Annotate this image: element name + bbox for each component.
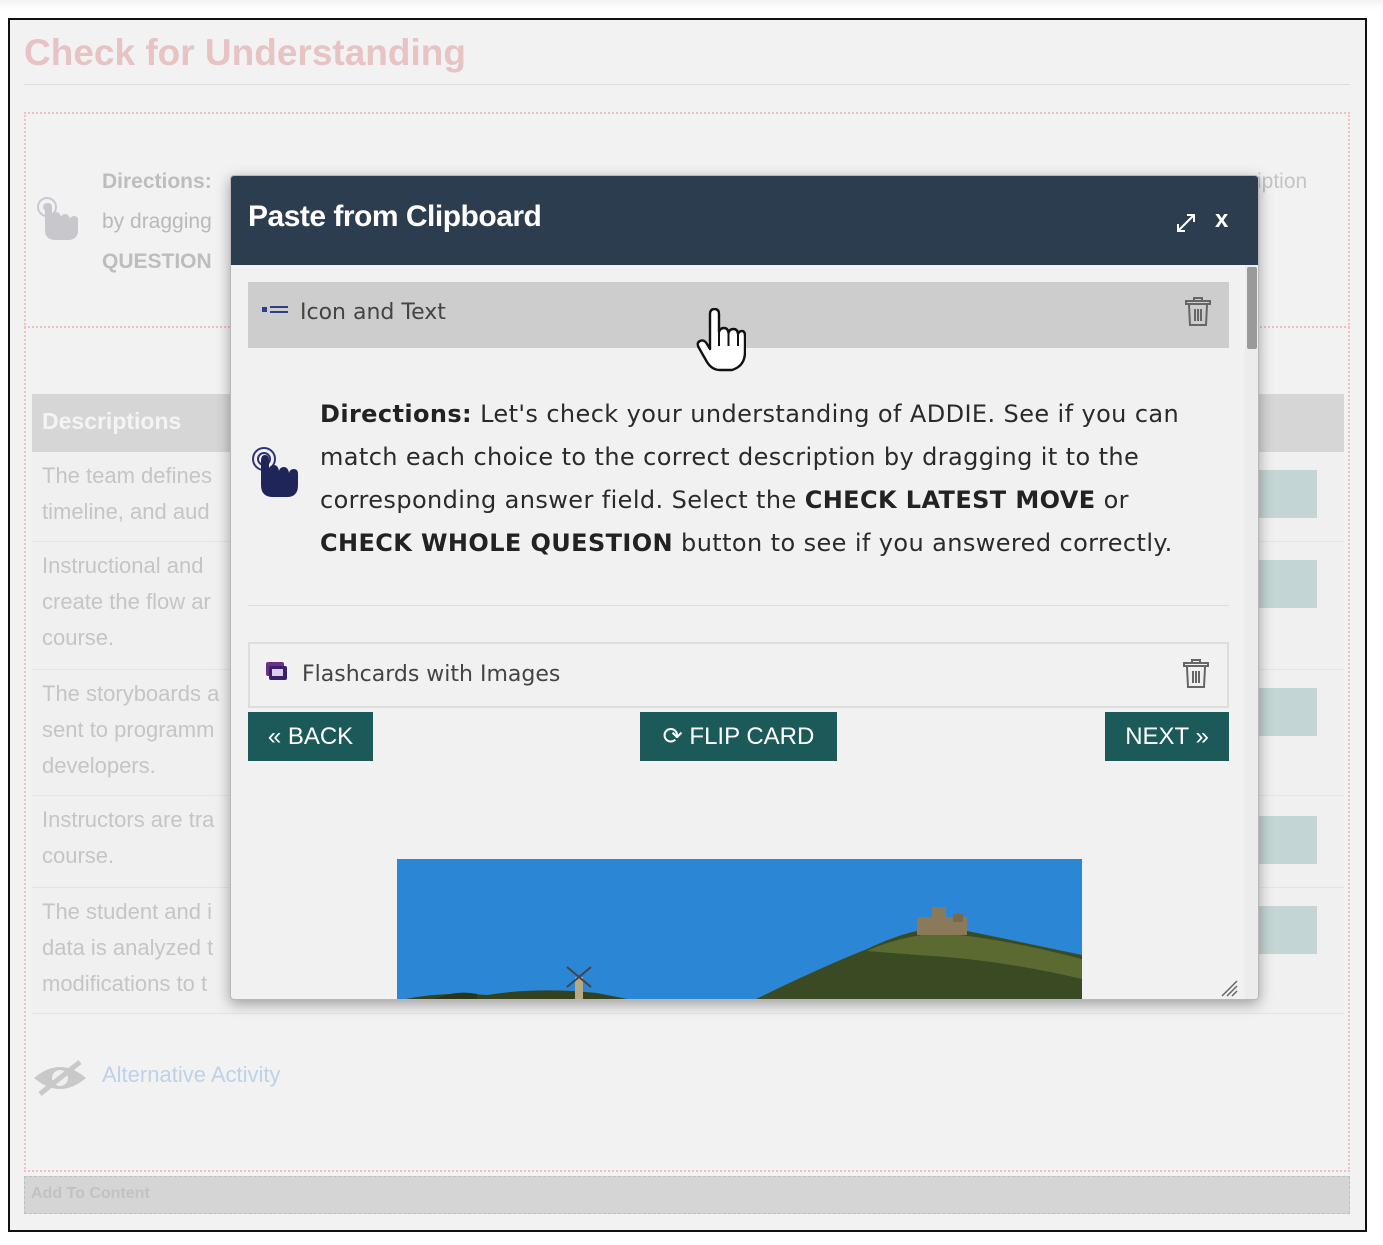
- pointer-hand-icon: [252, 447, 298, 497]
- directions-text-part: or: [1095, 486, 1129, 514]
- close-button[interactable]: x: [1215, 206, 1228, 234]
- expand-icon[interactable]: [1173, 210, 1199, 236]
- alternative-activity-link[interactable]: Alternative Activity: [102, 1062, 281, 1088]
- paste-from-clipboard-dialog: Paste from Clipboard x Icon and Text Dir…: [230, 175, 1259, 1000]
- background-directions-label: Directions:: [102, 170, 212, 193]
- row-description: The team defines timeline, and aud: [42, 463, 212, 524]
- flashcards-block-bar[interactable]: Flashcards with Images: [248, 642, 1229, 708]
- resize-grip-icon[interactable]: [1218, 977, 1238, 997]
- trash-icon[interactable]: [1183, 659, 1209, 689]
- hidden-eye-icon: [34, 1060, 86, 1096]
- row-description: Instructional and create the flow ar cou…: [42, 553, 211, 650]
- page-title: Check for Understanding: [24, 32, 466, 73]
- add-to-content-label: Add To Content: [31, 1185, 150, 1202]
- dialog-scrollbar[interactable]: [1245, 265, 1258, 999]
- descriptions-header-label: Descriptions: [42, 408, 182, 434]
- flip-card-button[interactable]: ⟳ FLIP CARD: [640, 712, 837, 761]
- flashcards-icon: [266, 662, 287, 680]
- background-question-label: QUESTION: [102, 250, 212, 273]
- row-description: The storyboards a sent to programm devel…: [42, 681, 220, 778]
- block-label: Icon and Text: [300, 300, 446, 325]
- refresh-icon: ⟳: [662, 723, 683, 750]
- back-button[interactable]: « BACK: [248, 712, 373, 761]
- row-description: Instructors are tra course.: [42, 807, 215, 868]
- check-whole-question-label: CHECK WHOLE QUESTION: [320, 529, 674, 557]
- next-button[interactable]: NEXT »: [1105, 712, 1229, 761]
- flip-card-label: FLIP CARD: [689, 723, 815, 750]
- trash-icon[interactable]: [1185, 297, 1211, 327]
- title-divider: [24, 84, 1350, 85]
- background-directions-tail: iption: [1257, 170, 1308, 193]
- flashcard-image: [397, 859, 1082, 999]
- check-latest-move-label: CHECK LATEST MOVE: [804, 486, 1096, 514]
- dialog-title: Paste from Clipboard: [248, 200, 542, 233]
- directions-text: Directions: Let's check your understandi…: [320, 393, 1220, 565]
- directions-text-part: button to see if you answered correctly.: [673, 529, 1173, 557]
- pointer-hand-icon: [37, 197, 78, 240]
- background-directions-line: by dragging: [102, 210, 212, 233]
- directions-label: Directions:: [320, 400, 473, 428]
- add-to-content-bar[interactable]: Add To Content: [24, 1176, 1350, 1214]
- dialog-body: Icon and Text Directions: Let's check yo…: [231, 265, 1244, 999]
- hand-cursor-icon: [696, 308, 746, 372]
- dialog-header: Paste from Clipboard x: [231, 176, 1258, 265]
- screenshot-frame: Check for Understanding Directions: by d…: [8, 18, 1367, 1232]
- block-label: Flashcards with Images: [302, 662, 561, 687]
- top-edge: [0, 0, 1383, 10]
- block-divider: [248, 605, 1229, 606]
- scrollbar-thumb[interactable]: [1247, 267, 1257, 349]
- row-description: The student and i data is analyzed t mod…: [42, 899, 214, 996]
- list-icon: [262, 306, 288, 313]
